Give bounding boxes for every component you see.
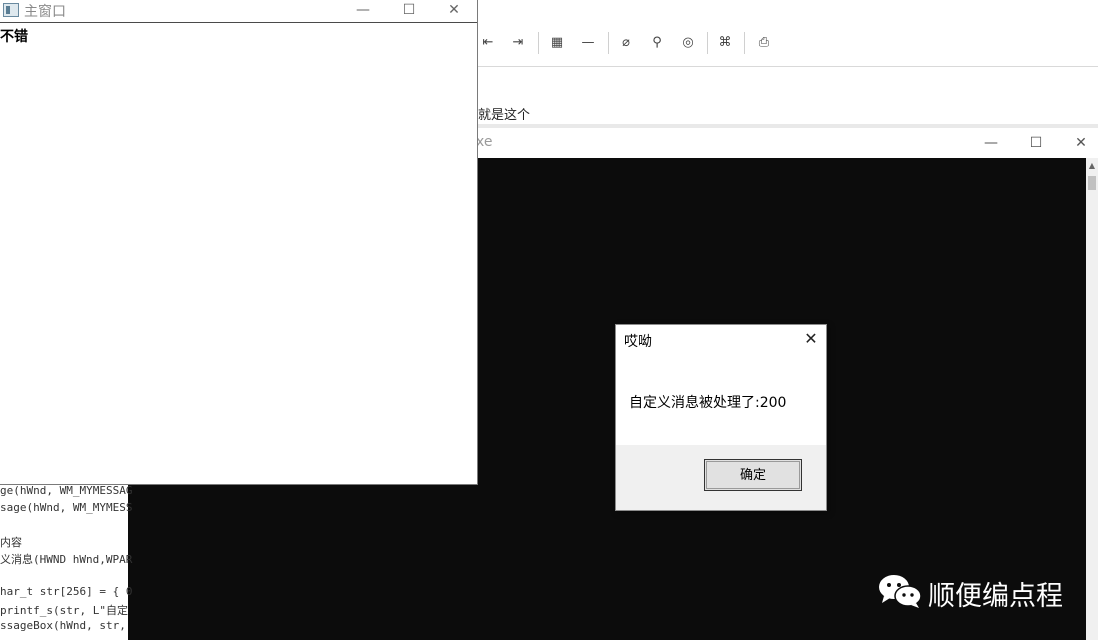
print-icon[interactable]: ⎙ xyxy=(754,33,774,53)
toolbar-separator xyxy=(744,32,745,54)
main-close-button[interactable]: ✕ xyxy=(431,0,477,22)
outdent-icon[interactable]: ⇤ xyxy=(478,33,498,53)
main-window-content-text: 不错 xyxy=(0,29,28,45)
toolbar-separator xyxy=(538,32,539,54)
code-line: sage(hWnd, WM_MYMESS xyxy=(0,501,133,514)
main-titlebar[interactable]: 主窗口 — ☐ ✕ xyxy=(0,0,477,23)
app-window-icon xyxy=(3,3,19,17)
dialog-title: 哎呦 xyxy=(624,334,652,350)
editor-top-strip xyxy=(478,0,1098,23)
scroll-thumb[interactable] xyxy=(1088,176,1096,190)
code-line: printf_s(str, L"自定 xyxy=(0,604,128,617)
command-icon[interactable]: ⌘ xyxy=(715,33,735,53)
indent-icon[interactable]: ⇥ xyxy=(508,33,528,53)
console-scrollbar[interactable]: ▲ xyxy=(1086,158,1098,640)
dialog-message: 自定义消息被处理了:200 xyxy=(629,395,787,411)
code-editor-fragment: ge(hWnd, WM_MYMESSAG sage(hWnd, WM_MYMES… xyxy=(0,484,132,640)
wechat-icon xyxy=(879,575,922,608)
toolbar-separator xyxy=(608,32,609,54)
code-line: 内容 xyxy=(0,536,22,549)
console-title: xe xyxy=(476,134,493,150)
dialog-close-button[interactable]: ✕ xyxy=(796,325,826,353)
watermark-text: 顺便编点程 xyxy=(928,581,1063,612)
main-window-title: 主窗口 xyxy=(24,4,66,20)
console-minimize-button[interactable]: — xyxy=(968,128,1014,158)
emoji-icon[interactable]: ◎ xyxy=(678,33,698,53)
code-line: 义消息(HWND hWnd,WPAR xyxy=(0,553,133,566)
scroll-up-icon[interactable]: ▲ xyxy=(1086,160,1098,172)
editor-toolbar: ⇤ ⇥ ▦ — ⌀ ⚲ ◎ ⌘ ⎙ xyxy=(478,22,1098,67)
attachment-icon[interactable]: ⌀ xyxy=(616,33,636,53)
main-minimize-button[interactable]: — xyxy=(340,0,386,22)
main-maximize-button[interactable]: ☐ xyxy=(386,0,432,22)
toolbar-separator xyxy=(707,32,708,54)
ok-button[interactable]: 确定 xyxy=(704,459,802,491)
dialog-button-bar: 确定 xyxy=(616,445,826,510)
table-icon[interactable]: ▦ xyxy=(547,33,567,53)
code-line: ge(hWnd, WM_MYMESSAG xyxy=(0,484,133,497)
console-close-button[interactable]: ✕ xyxy=(1058,128,1098,158)
code-line: har_t str[256] = { 0 xyxy=(0,585,133,598)
console-maximize-button[interactable]: ☐ xyxy=(1013,128,1059,158)
location-pin-icon[interactable]: ⚲ xyxy=(647,33,667,53)
message-box-dialog[interactable]: 哎呦 ✕ 自定义消息被处理了:200 确定 xyxy=(615,324,827,511)
editor-body-text[interactable]: 就是这个 xyxy=(478,104,530,123)
main-window[interactable]: 主窗口 — ☐ ✕ 不错 xyxy=(0,0,478,485)
code-line: ssageBox(hWnd, str, xyxy=(0,619,126,632)
horizontal-rule-icon[interactable]: — xyxy=(578,33,598,53)
